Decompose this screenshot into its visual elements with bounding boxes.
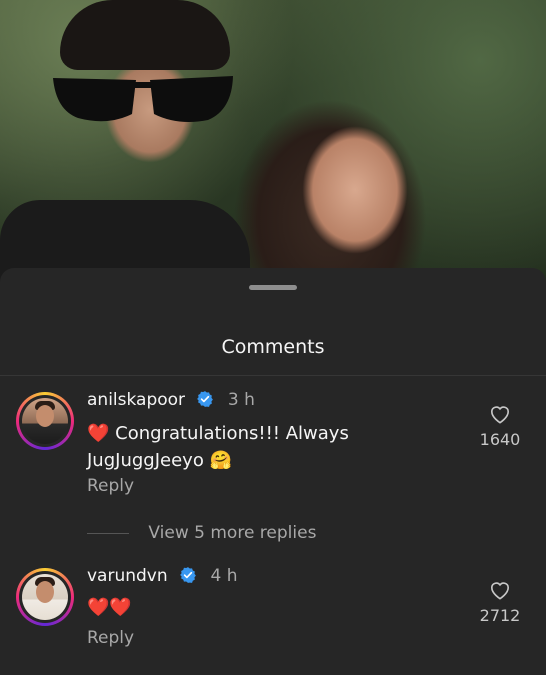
avatar[interactable] (16, 392, 74, 450)
app-screen: Comments anilskapoor 3 h ❤️ Congratulati… (0, 0, 546, 675)
username[interactable]: varundvn (87, 566, 168, 586)
comment-header: anilskapoor 3 h (87, 390, 255, 410)
heart-emoji: ❤️ (87, 423, 110, 444)
username[interactable]: anilskapoor (87, 390, 185, 410)
hugging-emoji: 🤗 (209, 450, 232, 471)
reply-button[interactable]: Reply (87, 476, 134, 496)
post-photo (0, 0, 546, 300)
comment-text: ❤️❤️ (87, 597, 132, 618)
photo-hair (60, 0, 230, 70)
avatar-image (22, 398, 68, 444)
view-more-replies[interactable]: View 5 more replies (87, 523, 316, 543)
comment-text: ❤️ Congratulations!!! Always JugJuggJeey… (87, 420, 427, 474)
title-divider (0, 375, 546, 376)
comment-text-line2: JugJuggJeeyo (87, 450, 204, 471)
verified-badge-icon (197, 391, 214, 407)
reply-button[interactable]: Reply (87, 628, 134, 648)
heart-outline-icon (490, 406, 510, 424)
sheet-title: Comments (221, 336, 325, 358)
verified-badge-icon (180, 567, 196, 583)
like-count: 2712 (479, 606, 521, 625)
drag-handle[interactable] (249, 285, 297, 290)
comment-header: varundvn 4 h (87, 566, 237, 586)
view-more-replies-label: View 5 more replies (148, 523, 317, 543)
comments-sheet: Comments anilskapoor 3 h ❤️ Congratulati… (0, 268, 546, 675)
comment-time: 4 h (210, 566, 238, 586)
like-button[interactable]: 2712 (478, 580, 522, 625)
replies-line (87, 532, 129, 534)
like-button[interactable]: 1640 (478, 404, 522, 449)
comment-time: 3 h (227, 390, 255, 410)
comment-text-line1: Congratulations!!! Always (115, 423, 349, 444)
sunglasses-shape (53, 76, 233, 122)
avatar[interactable] (16, 568, 74, 626)
heart-outline-icon (490, 582, 510, 600)
like-count: 1640 (479, 430, 521, 449)
avatar-image (22, 574, 68, 620)
